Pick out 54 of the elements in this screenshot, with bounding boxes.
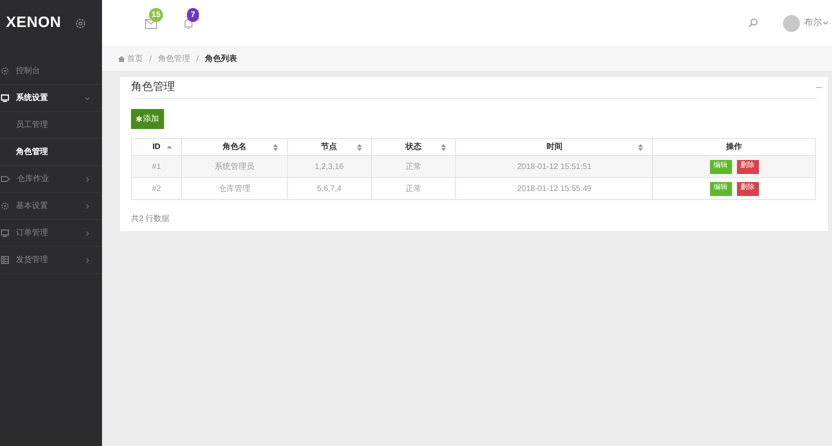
- sort-icon[interactable]: [356, 144, 362, 150]
- chevron-icon: [85, 230, 90, 236]
- breadcrumb-link[interactable]: 角色管理: [158, 52, 190, 64]
- sidebar-item[interactable]: 角色管理: [0, 139, 102, 166]
- sort-ascending-icon[interactable]: [166, 145, 172, 149]
- table-cell: #2: [132, 178, 182, 200]
- sidebar-item[interactable]: 仓库作业: [0, 166, 102, 193]
- search-icon[interactable]: [748, 18, 758, 28]
- table-cell: 正常: [371, 178, 456, 200]
- column-header[interactable]: 时间: [546, 141, 562, 153]
- breadcrumb-separator-icon: [196, 55, 199, 62]
- sidebar-item[interactable]: 系统设置: [0, 85, 102, 112]
- sidebar-item[interactable]: 发货管理: [0, 247, 102, 274]
- breadcrumb-current: 角色列表: [205, 52, 237, 64]
- sidebar-item[interactable]: 基本设置: [0, 193, 102, 220]
- chevron-icon: [85, 204, 90, 208]
- gear-icon: [1, 67, 9, 75]
- sidebar-item[interactable]: 订单管理: [0, 220, 102, 247]
- asterisk-icon: [136, 116, 142, 122]
- bell-icon[interactable]: [183, 18, 194, 30]
- column-header[interactable]: ID: [152, 141, 160, 153]
- notification-count: 7: [187, 8, 199, 22]
- settings-icon[interactable]: [75, 18, 86, 28]
- monitor-icon: [1, 94, 9, 102]
- chevron-icon: [85, 258, 90, 262]
- breadcrumb-separator-icon: [149, 55, 152, 62]
- caret-icon: [823, 21, 828, 25]
- sort-icon[interactable]: [638, 144, 644, 150]
- monitor-icon: [1, 229, 9, 237]
- user-menu[interactable]: 布尔: [804, 16, 828, 30]
- table-cell: 2018-01-12 15:55:49: [456, 178, 653, 200]
- breadcrumb-link[interactable]: 首页: [127, 52, 143, 64]
- sort-icon[interactable]: [272, 144, 278, 150]
- add-button[interactable]: 添加: [131, 109, 164, 129]
- sort-icon[interactable]: [441, 144, 446, 150]
- table-cell: 5,6,7,4: [287, 178, 372, 200]
- chevron-icon: [85, 96, 90, 100]
- table-cell: 仓库管理: [181, 178, 288, 200]
- column-header[interactable]: 角色名: [222, 141, 246, 153]
- panel-title: 角色管理: [131, 80, 175, 96]
- home-icon: [118, 56, 125, 62]
- grid-icon: [1, 256, 9, 264]
- chevron-icon: [85, 176, 90, 182]
- column-header[interactable]: 操作: [726, 141, 742, 153]
- row-count: 共2 行数据: [131, 213, 171, 225]
- column-header[interactable]: 状态: [406, 141, 422, 153]
- tag-icon: [1, 175, 10, 183]
- column-header[interactable]: 节点: [321, 141, 338, 153]
- notification-count: 15: [149, 8, 163, 22]
- gear-icon: [1, 202, 9, 210]
- mail-icon[interactable]: [145, 19, 157, 29]
- sidebar-item[interactable]: 员工管理: [0, 112, 102, 139]
- avatar[interactable]: [783, 14, 800, 32]
- logo: XENON: [6, 12, 62, 33]
